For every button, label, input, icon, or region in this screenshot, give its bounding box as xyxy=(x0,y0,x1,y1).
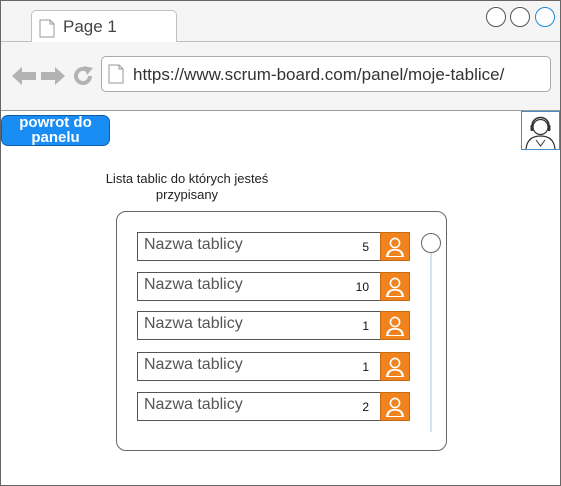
tab-label: Page 1 xyxy=(63,17,117,36)
user-icon xyxy=(380,311,410,340)
board-row[interactable]: Nazwa tablicy 2 xyxy=(137,392,410,421)
user-icon xyxy=(380,272,410,301)
url-bar[interactable]: https://www.scrum-board.com/panel/moje-t… xyxy=(101,56,551,92)
back-arrow-icon[interactable] xyxy=(12,67,36,90)
board-member-count: 10 xyxy=(355,280,369,294)
scrollbar-track[interactable] xyxy=(430,242,432,432)
browser-tab[interactable]: Page 1 xyxy=(31,10,177,42)
board-row[interactable]: Nazwa tablicy 10 xyxy=(137,272,410,301)
browser-window: Page 1 https://www.scrum-board.com/panel… xyxy=(0,0,561,486)
board-member-count: 5 xyxy=(362,240,369,254)
list-heading: Lista tablic do których jesteś przypisan… xyxy=(105,171,269,202)
scrollbar-thumb[interactable] xyxy=(421,233,441,253)
board-name: Nazwa tablicy xyxy=(144,315,243,332)
back-to-panel-label: powrot do panelu xyxy=(19,115,92,146)
board-row[interactable]: Nazwa tablicy 5 xyxy=(137,232,410,261)
maximize-button[interactable] xyxy=(510,7,530,27)
page-icon xyxy=(39,19,55,43)
board-member-count: 2 xyxy=(362,400,369,414)
refresh-icon[interactable] xyxy=(72,65,94,92)
user-avatar-icon[interactable] xyxy=(521,111,560,150)
address-bar-area: https://www.scrum-board.com/panel/moje-t… xyxy=(1,42,560,111)
board-row[interactable]: Nazwa tablicy 1 xyxy=(137,352,410,381)
title-bar: Page 1 xyxy=(1,1,560,42)
user-icon xyxy=(380,352,410,381)
board-name: Nazwa tablicy xyxy=(144,276,243,293)
board-member-count: 1 xyxy=(362,319,369,333)
user-icon xyxy=(380,232,410,261)
board-name: Nazwa tablicy xyxy=(144,396,243,413)
back-to-panel-button[interactable]: powrot do panelu xyxy=(1,115,110,146)
forward-arrow-icon[interactable] xyxy=(41,67,65,90)
board-name: Nazwa tablicy xyxy=(144,236,243,253)
url-text: https://www.scrum-board.com/panel/moje-t… xyxy=(133,65,505,84)
board-row[interactable]: Nazwa tablicy 1 xyxy=(137,311,410,340)
board-name: Nazwa tablicy xyxy=(144,356,243,373)
close-button[interactable] xyxy=(535,7,555,27)
minimize-button[interactable] xyxy=(486,7,506,27)
board-member-count: 1 xyxy=(362,360,369,374)
user-icon xyxy=(380,392,410,421)
boards-list-panel: Nazwa tablicy 5 Nazwa tablicy 10 Nazwa t… xyxy=(116,211,447,451)
page-icon xyxy=(108,64,124,89)
